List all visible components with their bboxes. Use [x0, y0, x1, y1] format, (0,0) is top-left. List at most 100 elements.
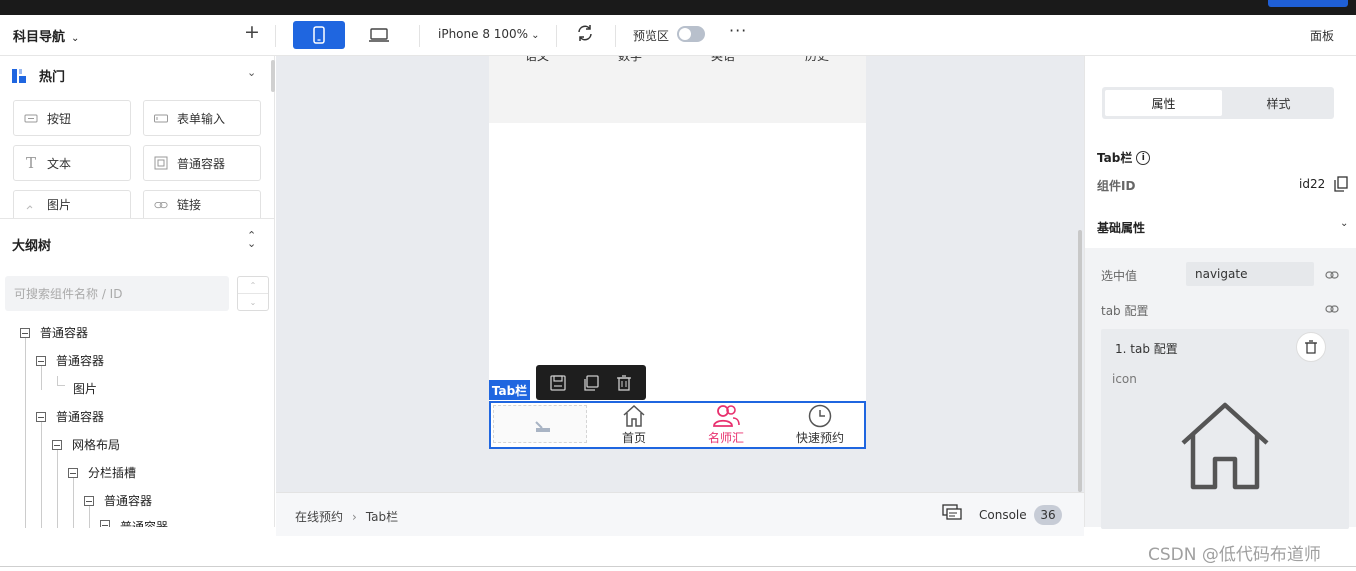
component-form-input[interactable]: 表单输入 — [143, 100, 261, 136]
save-icon[interactable] — [549, 374, 567, 392]
hot-section-header[interactable]: 热门 — [12, 66, 65, 85]
tree-guide-line — [73, 478, 74, 528]
watermark: CSDN @低代码布道师 — [1148, 545, 1321, 565]
chevron-down-icon[interactable]: ⌄ — [1340, 218, 1348, 229]
collapse-icon[interactable] — [68, 467, 78, 478]
subject-tab[interactable]: 英语 — [711, 56, 735, 64]
component-button[interactable]: 按钮 — [13, 100, 131, 136]
tabbar-item-label: 首页 — [621, 431, 646, 445]
console-count-badge: 36 — [1034, 505, 1062, 525]
stepper-up-icon[interactable]: ⌃ — [238, 277, 268, 294]
info-icon[interactable]: i — [1136, 150, 1151, 165]
tree-guide-line — [41, 422, 42, 528]
hot-title: 热门 — [39, 70, 66, 85]
component-label: 链接 — [177, 198, 202, 212]
basic-props-title: 基础属性 — [1097, 221, 1146, 235]
link-icon — [154, 198, 168, 212]
selected-component-label: Tab栏 — [489, 380, 530, 400]
collapse-icon[interactable] — [84, 495, 94, 506]
more-icon[interactable]: ··· — [729, 21, 747, 40]
window-top-strip — [0, 0, 1356, 15]
component-id-value: id22 — [1299, 177, 1326, 191]
preview-toggle[interactable] — [677, 26, 705, 42]
tabbar-item-booking[interactable]: 快速预约 — [775, 404, 865, 448]
collapse-icon[interactable] — [36, 411, 46, 422]
trash-icon — [1305, 340, 1317, 354]
stepper-down-icon[interactable]: ⌄ — [238, 294, 268, 311]
outline-title: 大纲树 — [12, 239, 52, 254]
tree-node[interactable]: 普通容器 — [36, 408, 104, 425]
tab-style[interactable]: 样式 — [1225, 90, 1332, 116]
nav-title: 科目导航 — [13, 30, 66, 45]
component-link[interactable]: 链接 — [143, 190, 261, 218]
component-image[interactable]: 图片 — [13, 190, 131, 218]
hot-icon — [12, 68, 26, 83]
desktop-view-button[interactable] — [364, 21, 394, 49]
subject-tab[interactable]: 数学 — [618, 56, 642, 64]
copy-icon[interactable] — [582, 374, 600, 392]
tabbar-empty-slot[interactable] — [493, 405, 587, 443]
tabbar-item-label: 快速预约 — [795, 431, 844, 445]
breadcrumb-item[interactable]: Tab栏 — [366, 508, 398, 525]
breadcrumb-item[interactable]: 在线预约 — [295, 508, 343, 525]
tabbar-item-home[interactable]: 首页 — [589, 404, 679, 448]
tree-node-label: 图片 — [73, 382, 98, 396]
chevron-down-icon: ⌄ — [531, 30, 540, 41]
tree-node-label: 普通容器 — [120, 520, 169, 527]
bind-variable-icon[interactable] — [1325, 270, 1339, 280]
tree-node[interactable]: 分栏插槽 — [68, 464, 136, 481]
refresh-button[interactable] — [575, 23, 595, 43]
text-icon: T — [25, 154, 36, 172]
selected-value-input[interactable] — [1186, 262, 1314, 286]
tree-node[interactable]: 普通容器 — [84, 492, 152, 509]
component-label: 按钮 — [47, 111, 72, 126]
image-icon — [24, 198, 38, 212]
chevron-right-icon: › — [352, 509, 357, 524]
copy-icon[interactable] — [1334, 176, 1348, 192]
canvas-scrollbar[interactable] — [1078, 230, 1082, 492]
publish-button-edge[interactable] — [1268, 0, 1348, 7]
collapse-icon[interactable] — [20, 327, 30, 338]
chevron-down-icon: ⌄ — [71, 33, 80, 44]
subject-tab[interactable]: 语文 — [525, 56, 549, 64]
outline-stepper[interactable]: ⌃ ⌄ — [237, 276, 269, 311]
add-icon[interactable]: + — [244, 21, 260, 43]
subject-tab[interactable]: 历史 — [805, 56, 829, 64]
collapse-icon[interactable] — [100, 520, 110, 527]
console-icon[interactable] — [942, 504, 962, 522]
tree-guide-line — [25, 338, 26, 528]
panel-button[interactable]: 面板 — [1310, 27, 1334, 44]
home-icon[interactable] — [1177, 401, 1273, 491]
delete-icon[interactable] — [615, 374, 633, 392]
device-select[interactable]: iPhone 8 100% ⌄ — [438, 27, 539, 41]
tabbar-item-teachers[interactable]: 名师汇 — [681, 404, 771, 448]
toolbar-divider — [275, 25, 276, 47]
icon-field-label: icon — [1112, 372, 1137, 386]
button-icon — [24, 111, 38, 125]
outline-search-input[interactable] — [5, 276, 229, 311]
component-label: 表单输入 — [177, 111, 226, 126]
collapse-icon[interactable] — [52, 439, 62, 450]
tree-node[interactable]: 普通容器 — [20, 324, 88, 341]
tab-properties[interactable]: 属性 — [1105, 90, 1222, 116]
nav-title-dropdown[interactable]: 科目导航 ⌄ — [13, 26, 79, 45]
console-button[interactable]: Console — [979, 508, 1027, 522]
panel-tabs: 属性 样式 — [1102, 87, 1334, 119]
tree-node[interactable]: 普通容器 — [100, 518, 168, 527]
tabbar-component[interactable]: 首页 名师汇 快速预约 — [489, 401, 866, 449]
design-canvas[interactable]: 语文 数学 英语 历史 Tab栏 首页 名师汇 快速预约 — [276, 56, 1084, 492]
tree-node[interactable]: 网格布局 — [52, 436, 120, 453]
expand-collapse-icon[interactable]: ⌃ ⌄ — [247, 230, 256, 249]
tree-node[interactable]: 普通容器 — [36, 352, 104, 369]
tree-node-label: 普通容器 — [104, 494, 153, 508]
mobile-view-button[interactable] — [293, 21, 345, 49]
chevron-down-icon[interactable]: ⌄ — [247, 66, 256, 79]
bind-variable-icon[interactable] — [1325, 304, 1339, 314]
component-container[interactable]: 普通容器 — [143, 145, 261, 181]
tree-node[interactable]: 图片 — [73, 380, 97, 397]
collapse-icon[interactable] — [36, 355, 46, 366]
component-scrollbar[interactable] — [271, 60, 275, 92]
delete-tab-button[interactable] — [1296, 332, 1326, 362]
component-text[interactable]: T 文本 — [13, 145, 131, 181]
tree-node-label: 普通容器 — [56, 354, 105, 368]
